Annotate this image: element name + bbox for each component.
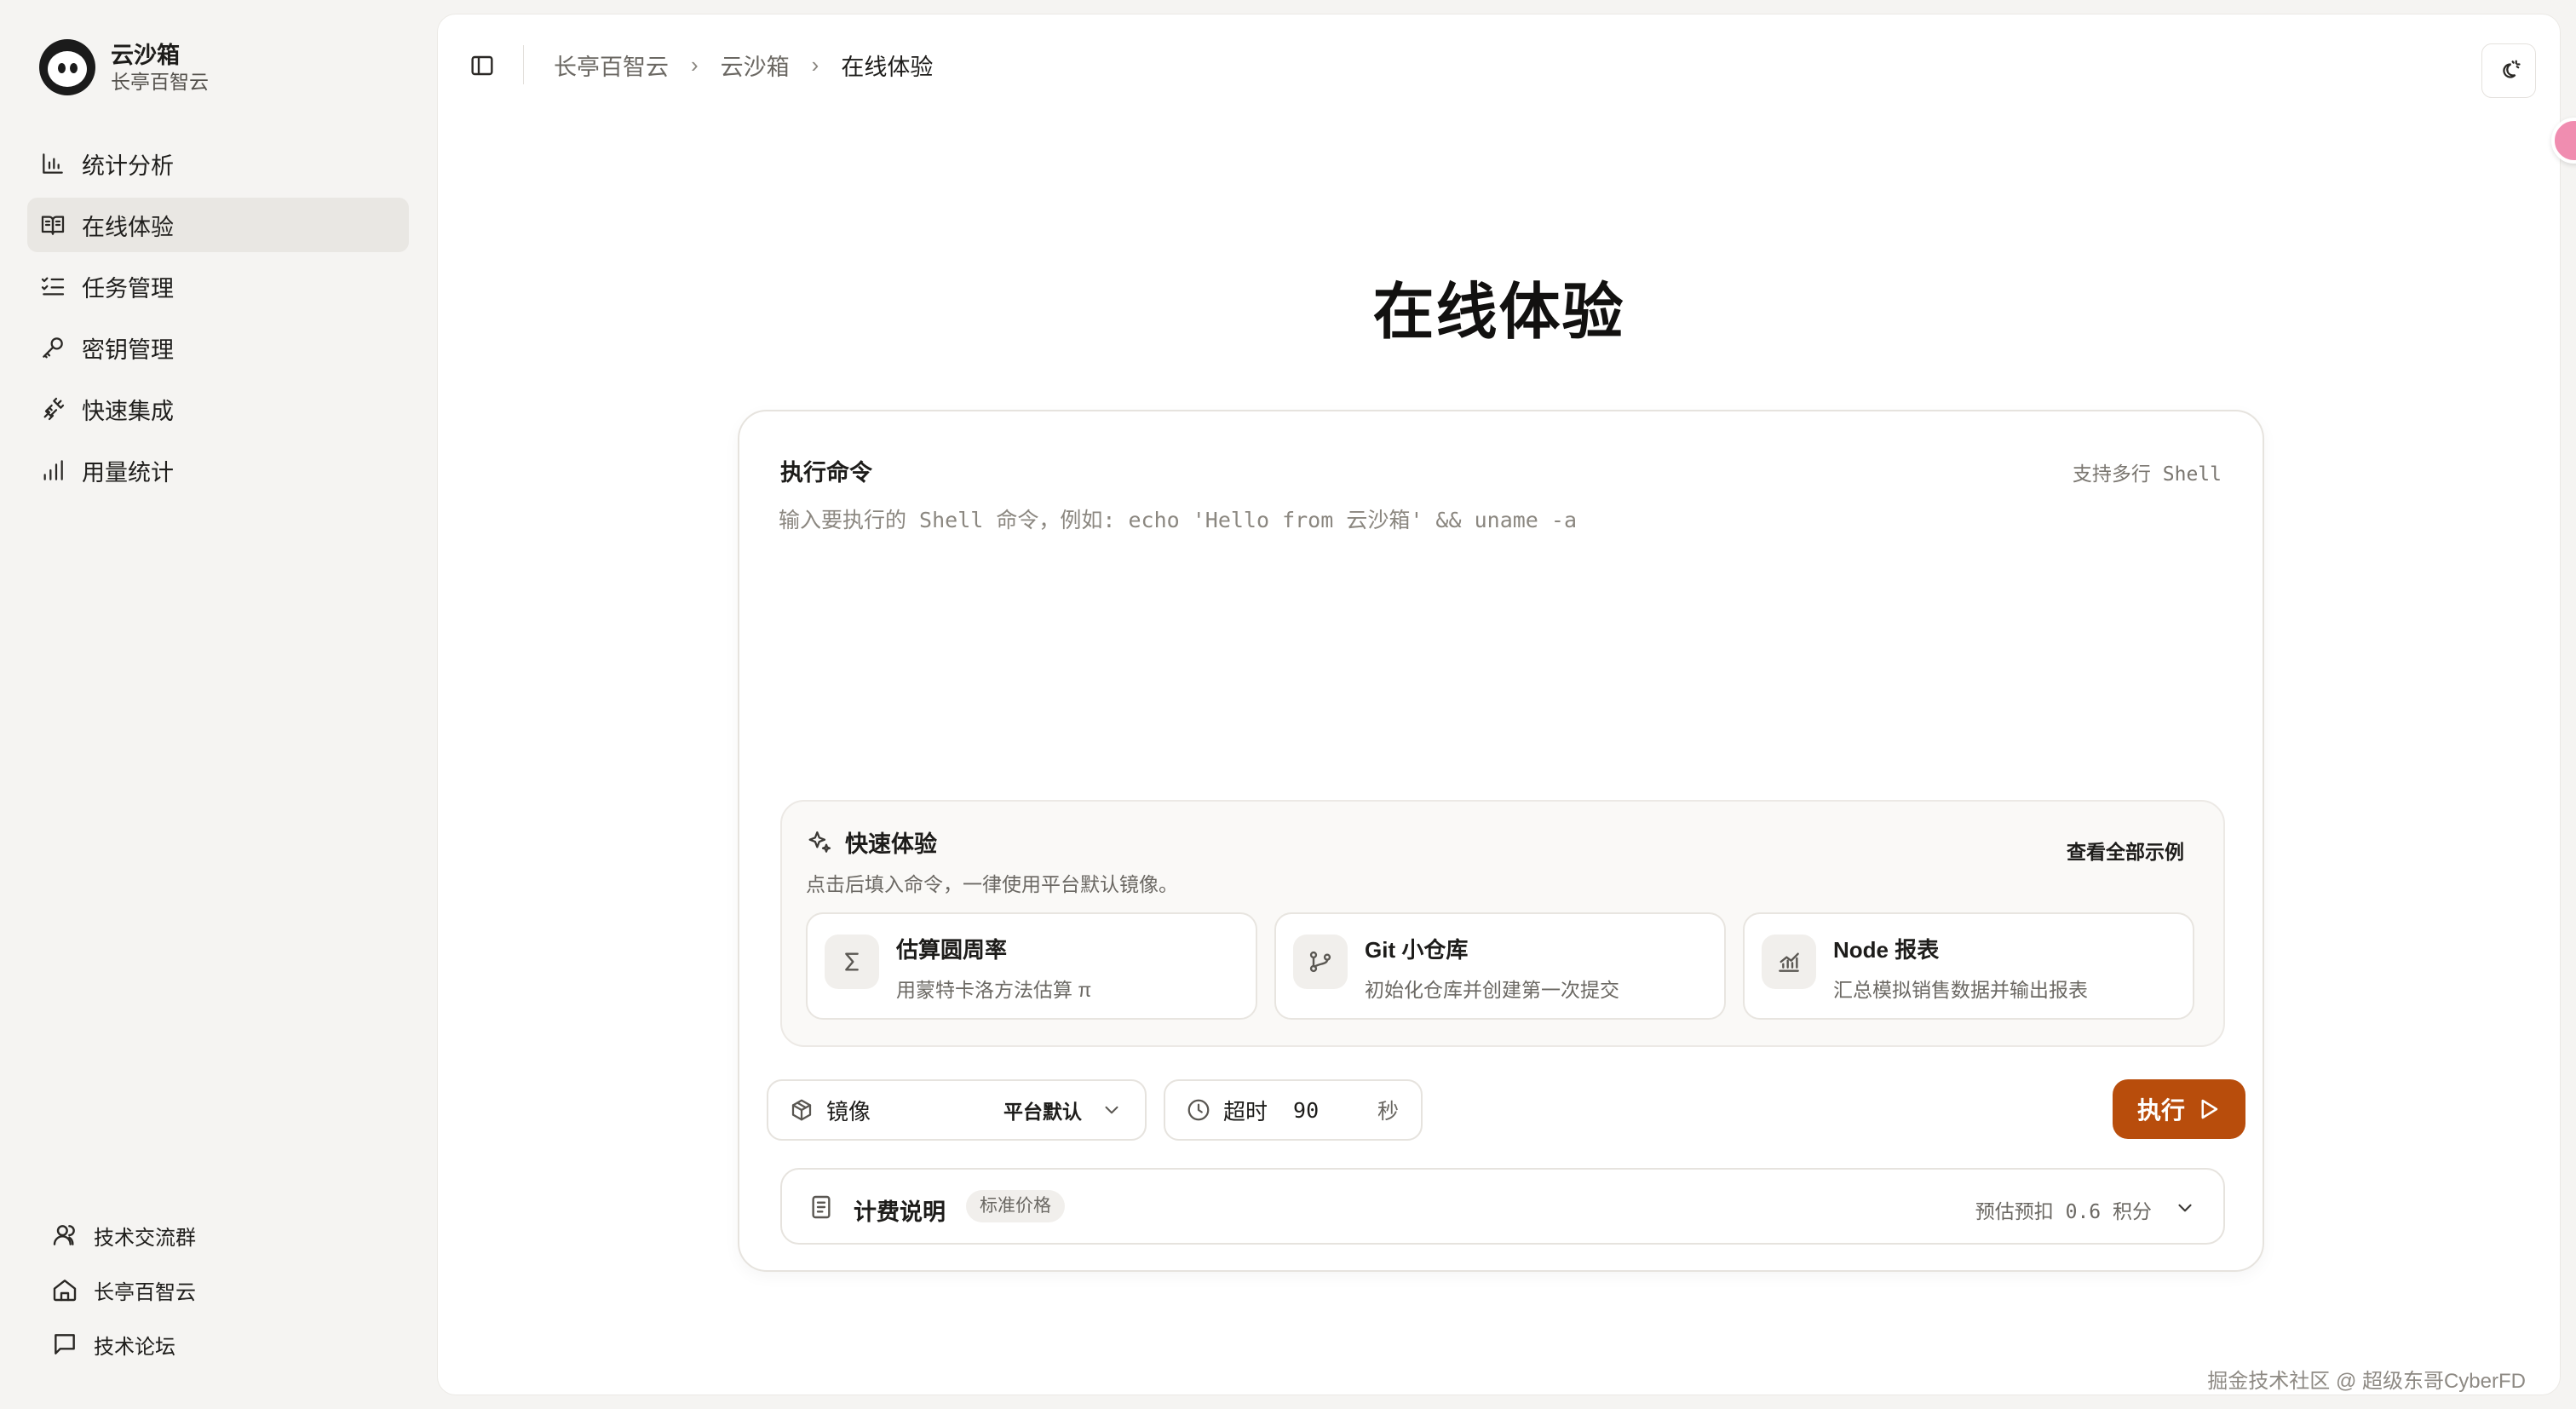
home-icon xyxy=(53,1280,77,1302)
sidebar-footer: 技术交流群 长亭百智云 技术论坛 xyxy=(51,1208,392,1372)
clock-icon xyxy=(1187,1099,1210,1121)
theme-toggle-button[interactable] xyxy=(2481,43,2536,98)
billing-estimate: 预估预扣 0.6 积分 xyxy=(1975,1201,2152,1223)
billing-section[interactable]: 计费说明 标准价格 预估预扣 0.6 积分 xyxy=(780,1168,2225,1245)
quick-start-header: 快速体验 xyxy=(806,825,937,859)
example-icon-wrap xyxy=(825,935,879,989)
timeout-input[interactable] xyxy=(1293,1097,1362,1123)
footer-link-community[interactable]: 技术交流群 xyxy=(51,1208,392,1262)
quick-start-panel: 快速体验 点击后填入命令，一律使用平台默认镜像。 查看全部示例 估算圆周率 用蒙… xyxy=(780,800,2225,1047)
main-panel: 长亭百智云 › 云沙箱 › 在线体验 在线体验 执行命令 支持多行 Shell … xyxy=(437,14,2561,1395)
users-icon xyxy=(53,1225,75,1245)
command-hint: 支持多行 Shell xyxy=(2072,463,2222,486)
example-icon-wrap xyxy=(1762,935,1816,989)
timeout-field: 超时 秒 xyxy=(1164,1079,1423,1141)
git-branch-icon xyxy=(1309,951,1331,973)
chevron-down-icon xyxy=(2178,1204,2192,1212)
package-icon xyxy=(791,1099,812,1121)
example-desc: 用蒙特卡洛方法估算 π xyxy=(896,979,1092,1001)
breadcrumb-item-current: 在线体验 xyxy=(841,55,934,80)
book-open-icon xyxy=(41,216,65,235)
sidebar-item-integration[interactable]: 快速集成 xyxy=(27,382,409,436)
sidebar-item-label: 密钥管理 xyxy=(82,336,174,363)
divider xyxy=(523,45,524,84)
command-input[interactable] xyxy=(779,505,2227,744)
example-card-node[interactable]: Node 报表 汇总模拟销售数据并输出报表 xyxy=(1743,912,2194,1020)
logo-icon xyxy=(39,39,95,95)
billing-title: 计费说明 xyxy=(854,1199,946,1225)
example-card-pi[interactable]: 估算圆周率 用蒙特卡洛方法估算 π xyxy=(806,912,1257,1020)
chevron-right-icon: › xyxy=(691,52,699,78)
message-square-icon xyxy=(55,1334,75,1354)
run-controls: 镜像 平台默认 超时 秒 执行 xyxy=(767,1079,2245,1141)
sidebar-nav: 统计分析 在线体验 任务管理 密钥管理 快速集成 用量统计 xyxy=(27,136,409,504)
sun-moon-icon xyxy=(2503,60,2521,78)
sidebar-item-label: 统计分析 xyxy=(82,152,174,179)
run-button-label: 执行 xyxy=(2136,1097,2185,1124)
sidebar-item-label: 快速集成 xyxy=(82,398,174,424)
chart-icon xyxy=(1779,952,1799,972)
quick-start-subtitle: 点击后填入命令，一律使用平台默认镜像。 xyxy=(806,873,1178,895)
list-checks-icon xyxy=(41,277,65,296)
sidebar-toggle-button[interactable] xyxy=(469,52,496,79)
sidebar-item-label: 用量统计 xyxy=(82,459,174,486)
footer-link-home[interactable]: 长亭百智云 xyxy=(51,1262,392,1317)
top-bar: 长亭百智云 › 云沙箱 › 在线体验 xyxy=(438,14,2560,108)
brand-title: 云沙箱 xyxy=(111,43,180,68)
brand-text: 云沙箱 长亭百智云 xyxy=(111,41,209,94)
play-icon xyxy=(2201,1099,2218,1119)
example-icon-wrap xyxy=(1293,935,1348,989)
bar-chart-icon xyxy=(43,153,63,174)
image-select[interactable]: 镜像 平台默认 xyxy=(767,1079,1147,1141)
example-card-git[interactable]: Git 小仓库 初始化仓库并创建第一次提交 xyxy=(1274,912,1726,1020)
document-icon xyxy=(812,1195,831,1219)
example-desc: 初始化仓库并创建第一次提交 xyxy=(1365,979,1619,1001)
command-label: 执行命令 xyxy=(780,460,872,486)
run-button[interactable]: 执行 xyxy=(2113,1079,2245,1139)
example-title: Node 报表 xyxy=(1833,937,1940,963)
sidebar-item-online-trial[interactable]: 在线体验 xyxy=(27,198,409,252)
breadcrumb: 长亭百智云 › 云沙箱 › 在线体验 xyxy=(554,49,933,82)
plug-icon xyxy=(43,397,65,421)
sidebar-item-usage[interactable]: 用量统计 xyxy=(27,443,409,497)
watermark: 掘金技术社区 @ 超级东哥CyberFD xyxy=(2207,1370,2526,1393)
example-list: 估算圆周率 用蒙特卡洛方法估算 π Git 小仓库 初始化仓库并创建第一次提交 xyxy=(806,912,2194,1020)
sigma-icon xyxy=(845,952,859,971)
key-icon xyxy=(43,337,63,359)
image-value: 平台默认 xyxy=(1003,1101,1082,1123)
footer-link-label: 长亭百智云 xyxy=(94,1280,196,1304)
sidebar-item-label: 任务管理 xyxy=(82,275,174,302)
image-label: 镜像 xyxy=(826,1098,871,1124)
quick-start-title: 快速体验 xyxy=(845,831,937,857)
panel-left-icon xyxy=(471,55,493,76)
sidebar-item-statistics[interactable]: 统计分析 xyxy=(27,136,409,191)
signal-bars-icon xyxy=(43,460,63,480)
chevron-down-icon xyxy=(1105,1106,1118,1114)
sidebar-item-tasks[interactable]: 任务管理 xyxy=(27,259,409,313)
sidebar-item-label: 在线体验 xyxy=(82,214,174,240)
footer-link-label: 技术交流群 xyxy=(94,1226,196,1250)
sidebar: 云沙箱 长亭百智云 统计分析 在线体验 任务管理 密钥管理 快速集成 用量统计 … xyxy=(0,0,430,1409)
sidebar-item-keys[interactable]: 密钥管理 xyxy=(27,320,409,375)
page-title: 在线体验 xyxy=(1372,279,1625,347)
timeout-unit: 秒 xyxy=(1377,1100,1399,1124)
command-card: 执行命令 支持多行 Shell 快速体验 点击后填入命令，一律使用平台默认镜像。… xyxy=(738,410,2264,1272)
example-title: Git 小仓库 xyxy=(1365,937,1469,963)
example-title: 估算圆周率 xyxy=(896,937,1008,963)
view-all-examples-link[interactable]: 查看全部示例 xyxy=(2067,836,2184,865)
example-desc: 汇总模拟销售数据并输出报表 xyxy=(1833,979,2088,1001)
sparkles-icon xyxy=(808,831,831,853)
breadcrumb-item-sandbox[interactable]: 云沙箱 xyxy=(721,49,790,82)
chevron-right-icon: › xyxy=(811,52,819,78)
breadcrumb-item-home[interactable]: 长亭百智云 xyxy=(554,49,669,82)
brand[interactable]: 云沙箱 长亭百智云 xyxy=(39,39,209,95)
footer-link-forum[interactable]: 技术论坛 xyxy=(51,1317,392,1372)
app-root: 云沙箱 长亭百智云 统计分析 在线体验 任务管理 密钥管理 快速集成 用量统计 … xyxy=(0,0,2576,1409)
brand-subtitle: 长亭百智云 xyxy=(111,71,209,93)
timeout-label: 超时 xyxy=(1223,1098,1268,1124)
billing-badge: 标准价格 xyxy=(966,1190,1065,1222)
footer-link-label: 技术论坛 xyxy=(94,1335,175,1359)
